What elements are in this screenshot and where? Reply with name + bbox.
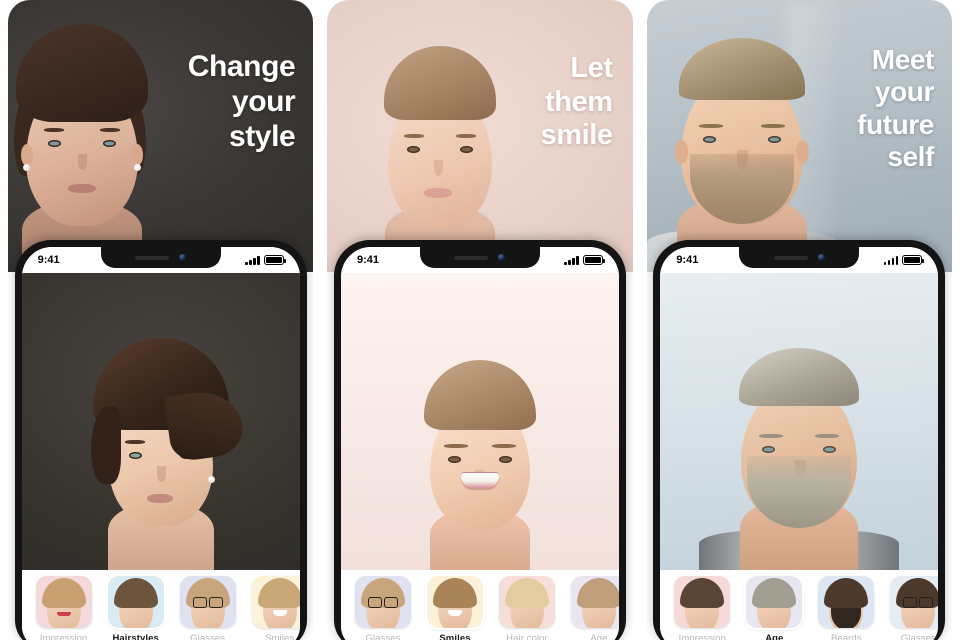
photo-preview-3[interactable] <box>660 273 939 570</box>
status-bar-3: 9:41 <box>660 247 939 273</box>
man-age-thumb <box>746 576 803 628</box>
phone-screen-3: 9:41 Impression Age Beards Glasses <box>660 247 939 640</box>
filter-item-active[interactable]: Age <box>740 576 808 640</box>
phone-notch <box>739 247 860 268</box>
face-hairstyle-thumb <box>107 576 164 628</box>
face-haircolor-thumb <box>498 576 555 628</box>
filter-label: Glasses <box>900 633 936 640</box>
smile-mouth <box>460 473 499 488</box>
filter-item[interactable]: Glasses <box>884 576 939 640</box>
filter-label: Age <box>590 633 608 640</box>
filter-item[interactable]: Hair color <box>493 576 561 640</box>
glasses-icon <box>192 597 223 608</box>
headline-line: Meet <box>871 44 935 75</box>
filter-label: Impression <box>678 633 727 640</box>
hero-image-2: Let them smile <box>327 0 633 272</box>
glasses-icon <box>367 597 398 608</box>
status-indicators <box>245 255 286 265</box>
filter-label: Hairstyles <box>112 633 159 640</box>
speaker-grille-icon <box>135 255 170 260</box>
filter-item-active[interactable]: Hairstyles <box>102 576 170 640</box>
filter-label: Beards <box>830 633 862 640</box>
filter-item[interactable]: Impression <box>30 576 98 640</box>
filter-label: Age <box>765 633 784 640</box>
headline-line: style <box>228 119 296 153</box>
headline-line: your <box>231 84 296 118</box>
filter-item[interactable]: Beards <box>812 576 880 640</box>
filter-label: Glasses <box>365 633 401 640</box>
headline-line: self <box>887 141 934 173</box>
hero-image-1: Change your style <box>8 0 314 272</box>
status-time: 9:41 <box>356 254 380 266</box>
man-beard-thumb <box>818 576 875 628</box>
screenshot-panel-3[interactable]: Meet your future self 9:41 Impression Ag… <box>646 0 952 640</box>
filter-item[interactable]: Glasses <box>174 576 242 640</box>
screenshot-panel-2[interactable]: Let them smile 9:41 Glasses Smiles Hair … <box>327 0 633 640</box>
filter-label: Hair color <box>506 633 548 640</box>
face-makeup-thumb <box>35 576 92 628</box>
signal-bars-icon <box>245 255 260 265</box>
headline-line: Let <box>570 52 613 84</box>
app-store-screenshot-gallery: Change your style 9:41 Impression Hairst… <box>0 0 960 640</box>
front-camera-icon <box>179 254 187 261</box>
signal-bars-icon <box>564 255 579 265</box>
filter-item-active[interactable]: Smiles <box>421 576 489 640</box>
front-camera-icon <box>498 254 506 261</box>
speaker-grille-icon <box>773 255 808 260</box>
headline-line: future <box>857 108 934 140</box>
photo-preview-1[interactable] <box>21 273 300 570</box>
status-bar-2: 9:41 <box>340 247 619 273</box>
filter-item[interactable]: Age <box>565 576 619 640</box>
hero-image-3: Meet your future self <box>646 0 952 272</box>
phone-screen-1: 9:41 Impression Hairstyles Glasses Smile… <box>21 247 300 640</box>
headline-2: Let them smile <box>540 52 613 153</box>
filter-toolbar-1[interactable]: Impression Hairstyles Glasses Smiles <box>21 570 300 640</box>
filter-item[interactable]: Glasses <box>349 576 417 640</box>
battery-full-icon <box>902 255 925 265</box>
man-glasses-thumb <box>890 576 939 628</box>
screenshot-panel-1[interactable]: Change your style 9:41 Impression Hairst… <box>8 0 314 640</box>
face-glasses-thumb <box>354 576 411 628</box>
headline-line: your <box>874 76 934 108</box>
face-smile-thumb <box>426 576 483 628</box>
headline-line: them <box>544 85 613 118</box>
phone-notch <box>419 247 540 268</box>
phone-mockup-3: 9:41 Impression Age Beards Glasses <box>653 240 946 640</box>
phone-screen-2: 9:41 Glasses Smiles Hair color Age <box>340 247 619 640</box>
status-bar-1: 9:41 <box>21 247 300 273</box>
face-glasses-thumb <box>179 576 236 628</box>
filter-label: Smiles <box>439 633 471 640</box>
phone-mockup-1: 9:41 Impression Hairstyles Glasses Smile… <box>14 240 307 640</box>
signal-bars-icon <box>883 255 899 265</box>
glasses-icon <box>903 597 934 608</box>
face-smile-thumb <box>251 576 300 628</box>
phone-mockup-2: 9:41 Glasses Smiles Hair color Age <box>333 240 626 640</box>
filter-toolbar-2[interactable]: Glasses Smiles Hair color Age <box>340 570 619 640</box>
battery-full-icon <box>263 255 286 265</box>
front-camera-icon <box>817 254 825 261</box>
filter-toolbar-3[interactable]: Impression Age Beards Glasses <box>660 570 939 640</box>
headline-line: smile <box>540 119 613 152</box>
headline-3: Meet your future self <box>857 44 934 174</box>
status-time: 9:41 <box>676 254 699 266</box>
headline-1: Change your style <box>188 50 296 154</box>
filter-item[interactable]: Impression <box>668 576 736 640</box>
face-age-thumb <box>570 576 619 628</box>
speaker-grille-icon <box>454 255 489 260</box>
status-indicators <box>883 255 925 265</box>
filter-label: Glasses <box>190 633 226 640</box>
headline-line: Change <box>187 50 296 83</box>
filter-item[interactable]: Smiles <box>246 576 300 640</box>
battery-full-icon <box>582 255 605 265</box>
filter-label: Impression <box>39 633 88 640</box>
status-time: 9:41 <box>37 254 60 266</box>
phone-notch <box>100 247 221 268</box>
filter-label: Smiles <box>265 633 295 640</box>
status-indicators <box>564 255 605 265</box>
man-impression-thumb <box>674 576 731 628</box>
photo-preview-2[interactable] <box>340 273 619 570</box>
